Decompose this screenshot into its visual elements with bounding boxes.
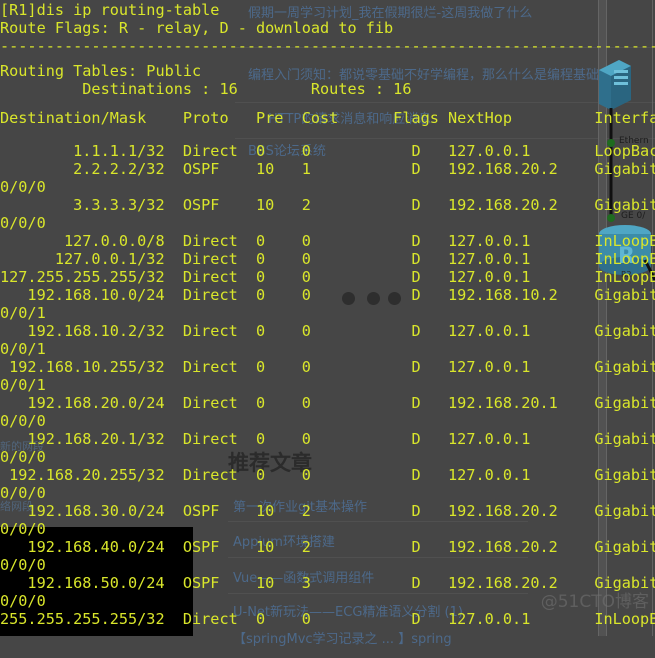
bg-article-link-6: Appium环境搭建 xyxy=(233,535,335,550)
terminal-prompt-line: [R1]dis ip routing-table xyxy=(0,1,220,19)
terminal-route-wrap: 0/0/0 xyxy=(0,484,46,502)
interface-dot-ge xyxy=(607,214,615,222)
terminal-route-line: 192.168.10.2/32 Direct 0 0 D 127.0.0.1 G… xyxy=(27,322,655,340)
black-overlay-panel xyxy=(0,527,193,636)
terminal-route-line: 2.2.2.2/32 OSPF 10 1 D 192.168.20.2 Giga… xyxy=(73,160,655,178)
topology-label-ethernet: Ethern xyxy=(619,136,649,146)
terminal-route-line: 192.168.30.0/24 OSPF 10 2 D 192.168.20.2… xyxy=(27,502,655,520)
bg-article-link-5: 第一次作业git基本操作 xyxy=(233,500,367,515)
topology-label-r2: R2 xyxy=(621,270,632,279)
bg-article-link-9: 【springMvc学习记录之 ... 】spring xyxy=(233,632,452,647)
bg-snippet-left-1: 新的网段 xyxy=(0,440,44,453)
terminal-flags-line: Route Flags: R - relay, D - download to … xyxy=(0,19,394,37)
interface-dot-ethernet xyxy=(607,139,615,147)
bg-divider-4 xyxy=(228,521,528,522)
terminal-counts-line: Destinations : 16 Routes : 16 xyxy=(0,80,412,98)
terminal-route-line: 127.255.255.255/32 Direct 0 0 D 127.0.0.… xyxy=(0,268,655,286)
cursor-blob-3 xyxy=(388,292,401,305)
terminal-route-line: 127.0.0.0/8 Direct 0 0 D 127.0.0.1 InLoo… xyxy=(0,232,655,250)
bg-article-link-2: 编程入门须知：都说零基础不好学编程，那么什么是编程基础? xyxy=(248,68,606,83)
bg-article-link-1: 假期一周学习计划_我在假期很烂-这周我做了什么 xyxy=(248,6,533,21)
terminal-route-line: 192.168.20.0/24 Direct 0 0 D 192.168.20.… xyxy=(27,394,655,412)
terminal-route-wrap: 0/0/0 xyxy=(0,412,46,430)
terminal-route-line: 192.168.20.255/32 Direct 0 0 D 127.0.0.1… xyxy=(9,466,655,484)
terminal-route-line: 127.0.0.1/32 Direct 0 0 D 127.0.0.1 InLo… xyxy=(0,250,655,268)
site-watermark: @51CTO博客 xyxy=(540,592,649,612)
bg-article-link-3: HTTP的请求消息和响应消息 xyxy=(268,112,432,127)
terminal-route-wrap: 0/0/1 xyxy=(0,376,46,394)
terminal-route-wrap: 0/0/0 xyxy=(0,178,46,196)
terminal-column-header: Destination/Mask Proto Pre Cost Flags Ne… xyxy=(0,109,655,127)
terminal-route-wrap: 0/0/0 xyxy=(0,214,46,232)
topology-svg: R xyxy=(599,60,655,281)
svg-text:R: R xyxy=(618,244,635,269)
terminal-route-line: 192.168.10.0/24 Direct 0 0 D 192.168.10.… xyxy=(27,286,655,304)
router-icon: R xyxy=(599,225,651,275)
bg-article-link-4: BBS论坛系统 xyxy=(248,144,326,159)
terminal-route-line: 192.168.10.255/32 Direct 0 0 D 127.0.0.1… xyxy=(9,358,655,376)
bg-snippet-left-2: 络网段 xyxy=(0,500,33,513)
terminal-route-wrap: 0/0/1 xyxy=(0,304,46,322)
cursor-blob-1 xyxy=(342,292,355,305)
terminal-route-line: 192.168.20.1/32 Direct 0 0 D 127.0.0.1 G… xyxy=(27,430,655,448)
bg-divider-5 xyxy=(228,557,528,558)
terminal-divider: ----------------------------------------… xyxy=(0,37,655,55)
terminal-route-wrap: 0/0/0 xyxy=(0,448,46,466)
terminal-route-wrap: 0/0/1 xyxy=(0,340,46,358)
terminal-tables-line: Routing Tables: Public xyxy=(0,62,202,80)
network-topology-diagram: R Ethern GE 0/ R2 xyxy=(585,38,655,338)
switch-icon xyxy=(599,60,631,110)
topology-label-ge: GE 0/ xyxy=(621,211,646,221)
bg-divider-6 xyxy=(228,593,528,594)
terminal-route-line: 1.1.1.1/32 Direct 0 0 D 127.0.0.1 LoopBa… xyxy=(0,142,655,160)
cursor-blob-2 xyxy=(367,292,380,305)
terminal-route-line: 3.3.3.3/32 OSPF 10 2 D 192.168.20.2 Giga… xyxy=(73,196,655,214)
bg-article-link-8: U-Net新玩法——ECG精准语义分割 (1) xyxy=(233,605,463,620)
bg-article-link-7: Vue——函数式调用组件 xyxy=(233,571,375,586)
bg-recommend-heading: 推荐文章 xyxy=(228,451,312,475)
